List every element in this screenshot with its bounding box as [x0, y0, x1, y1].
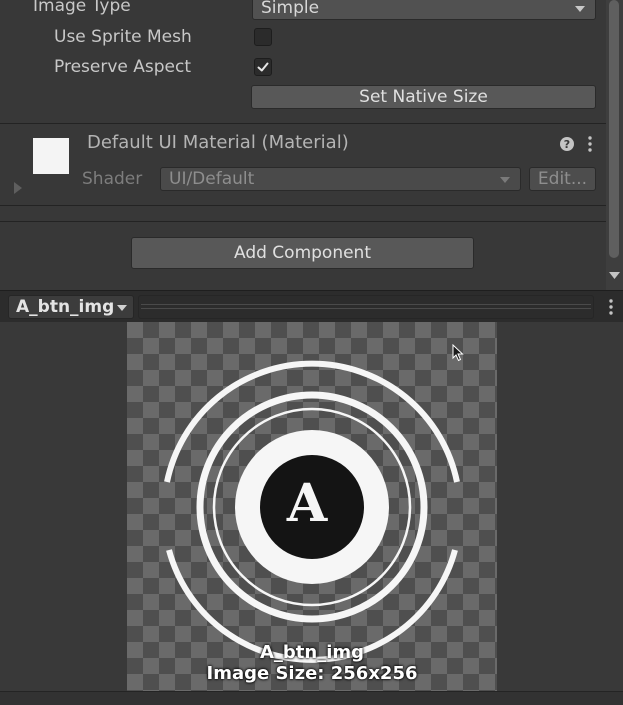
checkmark-icon [257, 62, 269, 72]
chevron-down-icon [575, 6, 585, 12]
section-divider [0, 221, 606, 222]
chevron-down-icon [117, 305, 127, 311]
toolbar-line [141, 308, 591, 309]
preview-bottom-bar [0, 691, 623, 705]
kebab-menu-icon[interactable] [586, 135, 594, 153]
preserve-aspect-label: Preserve Aspect [54, 57, 192, 77]
caption-image-size: Image Size: 256x256 [206, 663, 418, 684]
section-divider [0, 123, 606, 124]
material-swatch[interactable] [33, 138, 69, 174]
help-icon[interactable]: ? [559, 136, 575, 152]
image-type-dropdown[interactable]: Simple [252, 0, 596, 20]
section-divider [0, 205, 606, 206]
scroll-down-arrow-icon[interactable] [609, 272, 620, 280]
image-type-label: Image Type [33, 0, 131, 16]
inspector-panel: Image Type Simple Use Sprite Mesh Preser… [0, 0, 606, 290]
toolbar-line [141, 304, 591, 305]
image-type-value: Simple [261, 0, 320, 18]
mouse-cursor-icon [452, 344, 464, 362]
use-sprite-mesh-checkbox[interactable] [254, 28, 272, 46]
preserve-aspect-checkbox[interactable] [254, 58, 272, 76]
preview-header: A_btn_img [0, 290, 623, 322]
edit-shader-button[interactable]: Edit... [529, 167, 596, 191]
foldout-arrow-icon[interactable] [12, 181, 24, 195]
preview-area: A A_btn_img Image Size: 256x256 [0, 322, 623, 705]
kebab-menu-icon[interactable] [607, 298, 615, 316]
add-component-button[interactable]: Add Component [131, 237, 474, 269]
svg-text:?: ? [564, 138, 570, 151]
preview-toolbar-spacer [138, 295, 594, 319]
logo-letter: A [286, 473, 328, 534]
material-title: Default UI Material (Material) [87, 132, 349, 153]
shader-dropdown[interactable]: UI/Default [160, 167, 521, 191]
use-sprite-mesh-label: Use Sprite Mesh [54, 27, 192, 47]
scrollbar-thumb[interactable] [609, 0, 619, 258]
shader-label: Shader [82, 169, 143, 189]
chevron-down-icon [500, 177, 510, 183]
shader-value: UI/Default [169, 169, 255, 189]
preview-caption: A_btn_img Image Size: 256x256 [127, 643, 497, 685]
preview-name: A_btn_img [16, 297, 115, 317]
caption-image-name: A_btn_img [259, 642, 365, 663]
scrollbar[interactable] [606, 0, 623, 290]
preview-name-dropdown[interactable]: A_btn_img [8, 295, 134, 319]
set-native-size-button[interactable]: Set Native Size [251, 85, 596, 109]
